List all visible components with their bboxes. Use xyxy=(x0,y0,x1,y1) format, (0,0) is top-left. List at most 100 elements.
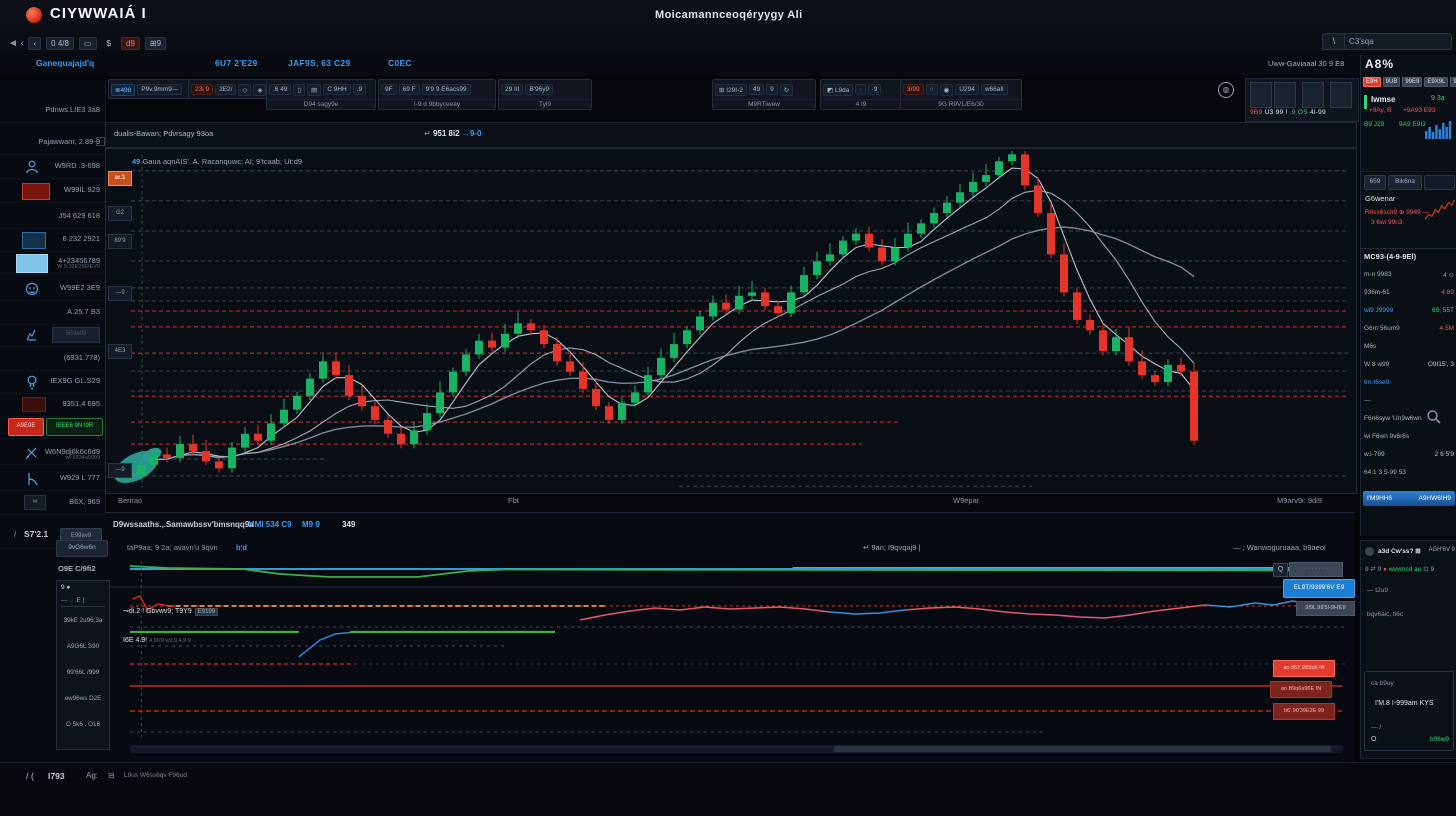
panel-button-1[interactable]: 659 xyxy=(1364,175,1386,190)
toolbar-button[interactable]: B'96y9 xyxy=(525,84,553,95)
detail-row[interactable]: m-n 99834 ⊙ xyxy=(1361,267,1456,285)
mini-list-button[interactable]: 9vG6w6n xyxy=(56,540,108,557)
detail-row[interactable]: w.i-7892 6 5'9 xyxy=(1361,447,1456,465)
nav-button[interactable]: 0 4/8 xyxy=(46,37,74,50)
sidebar-item[interactable]: ∞B6X, 969 xyxy=(0,492,105,515)
nav-button[interactable]: ⊞9 xyxy=(145,37,166,50)
toolbar-button[interactable]: C 9HH xyxy=(323,84,351,95)
chart-tool-badge[interactable]: 4E3 xyxy=(108,344,132,359)
market-tab[interactable]: 99E9 xyxy=(1402,77,1422,87)
infinity-button[interactable]: ∞ xyxy=(24,495,46,510)
sidebar-item[interactable]: W99IL 929 xyxy=(0,180,105,203)
indicator-action-button[interactable]: EL9T/9399'6V E9 xyxy=(1283,579,1355,598)
mini-list-item[interactable]: A9G6L S90 xyxy=(57,643,109,650)
toolbar-button[interactable]: ⊞ I29I-2 xyxy=(715,84,747,96)
toolbar-button[interactable]: 9F xyxy=(381,84,397,95)
toolbar-button[interactable]: ↻ xyxy=(780,84,793,96)
back-icon[interactable]: ◄ ‹ xyxy=(8,38,24,49)
sell-button[interactable]: A9E9E xyxy=(8,418,44,436)
watch-symbol-2[interactable]: B9 J29 xyxy=(1364,121,1384,128)
mini-list-item[interactable]: 99'66L /999 xyxy=(57,669,109,676)
sidebar-item[interactable]: A.25.7 B3 xyxy=(0,302,105,325)
checkbox[interactable] xyxy=(96,137,105,146)
mini-list-item[interactable]: ew96ws D2E xyxy=(57,695,109,702)
sidebar-item[interactable]: Pajawwanr, 2.89-9 xyxy=(0,132,105,155)
help-badge-icon[interactable]: ◍ xyxy=(1218,82,1234,98)
pipe-icon[interactable] xyxy=(24,471,40,487)
toolbar-button[interactable]: ◩ L9da xyxy=(823,84,853,96)
redbox-icon[interactable] xyxy=(22,183,50,200)
sidebar-item[interactable]: A9E9EIEEE6 9N I9R xyxy=(0,416,105,439)
toolbar-button[interactable]: ·9 xyxy=(868,84,882,95)
face-icon[interactable] xyxy=(24,281,40,297)
search-input[interactable] xyxy=(1344,33,1452,50)
toolbar-button[interactable]: 3/99 xyxy=(903,84,924,95)
price-level-badge[interactable]: an B9q6a96E IN xyxy=(1270,681,1332,698)
nav-button[interactable]: d9 xyxy=(121,37,140,50)
toolbar-button[interactable]: ◉ xyxy=(940,84,954,96)
misc-icons[interactable]: 9 ⇄ 9 xyxy=(1365,566,1381,573)
chart-tool-badge[interactable]: G2 xyxy=(108,206,132,221)
darkred-icon[interactable] xyxy=(22,397,46,412)
toolbar-button[interactable]: 2E2/ xyxy=(215,84,236,95)
bulb-icon[interactable] xyxy=(24,374,40,390)
detail-row[interactable]: wi F6wn 9v6r6s xyxy=(1361,429,1456,447)
sidebar-item[interactable]: (6931.778) xyxy=(0,348,105,371)
layout-thumbnail[interactable] xyxy=(1250,82,1272,108)
horizontal-scrollbar[interactable] xyxy=(130,745,1343,753)
toolbar-button[interactable]: 49 xyxy=(749,84,764,95)
toolbar-button[interactable]: U294 xyxy=(955,84,979,95)
toolbar-button[interactable]: ≣498 xyxy=(111,84,135,96)
toolbar-button[interactable]: w66aIl xyxy=(981,84,1008,95)
sidebar-item[interactable]: J54 629 618 xyxy=(0,206,105,229)
wave-value-box[interactable]: · · · · · · · xyxy=(1289,562,1343,577)
wave-settings-button[interactable]: Q xyxy=(1273,563,1288,577)
indicator-link[interactable]: M9 9 xyxy=(302,520,320,529)
toolbar-button[interactable]: ▤ xyxy=(307,84,321,96)
indicator-param-link[interactable]: b'd xyxy=(236,543,247,552)
chart-tool-badge[interactable]: —9 xyxy=(108,463,132,478)
indicator-link[interactable]: MMI 534 C9 xyxy=(248,520,292,529)
nav-button[interactable]: ▭ xyxy=(79,37,97,50)
sidebar-item[interactable]: 9E9a99 xyxy=(0,324,105,347)
nav-button[interactable]: ‹ xyxy=(28,37,41,50)
buy-badge[interactable]: IEEE6 9N I9R xyxy=(46,418,103,436)
sidebar-item[interactable]: 6 232 2921 xyxy=(0,229,105,252)
detail-row[interactable]: wi9 J999969, 55T xyxy=(1361,303,1456,321)
hand-icon[interactable] xyxy=(24,327,40,343)
detail-row[interactable]: W 8 w99O9I15', 3 xyxy=(1361,357,1456,375)
box-icon[interactable]: ⊡ 9 xyxy=(1423,566,1434,573)
mini-list-item[interactable]: 39kE 2u96;3a xyxy=(57,617,109,624)
sidebar-item[interactable]: 9351.4 695 xyxy=(0,394,105,417)
chart-tool-badge[interactable]: 89'9 xyxy=(108,234,132,249)
magnifier-icon[interactable] xyxy=(1426,409,1442,425)
toolbar-button[interactable]: .9 xyxy=(353,84,366,95)
sidebar-item[interactable]: IEX9G GL.S29 xyxy=(0,371,105,394)
toolbar-button[interactable]: 69 F xyxy=(399,84,420,95)
watch-symbol[interactable]: Iwmse xyxy=(1371,95,1395,104)
sidebar-dark-button[interactable]: 9E9a99 xyxy=(52,327,100,343)
price-level-badge[interactable]: b6' 90'39E2E 99 xyxy=(1273,703,1335,720)
market-tab[interactable]: 9E9 xyxy=(1450,77,1456,87)
market-tab[interactable]: E9H xyxy=(1363,77,1381,87)
candlestick-chart[interactable] xyxy=(106,149,1356,493)
sidebar-item[interactable]: 4+23456789W 9.32E29EIEV9 xyxy=(0,251,105,274)
sidebar-item[interactable]: W9RD .3-698 xyxy=(0,156,105,179)
tools-icon[interactable] xyxy=(24,445,40,461)
layout-toggle-button[interactable]: \ xyxy=(1322,33,1346,50)
account-label[interactable]: Ganequajajd'q xyxy=(36,58,94,68)
layout-thumbnail[interactable] xyxy=(1274,82,1296,108)
toolbar-button[interactable]: ◈ xyxy=(253,84,266,96)
toolbar-button[interactable]: ▯ xyxy=(293,84,305,96)
sidebar-item[interactable]: Pdnws.LIE3 3a8 xyxy=(0,100,105,123)
panel-footer-bar[interactable]: I'M9HH6 A9HW6!H9 xyxy=(1363,491,1455,506)
price-level-badge[interactable]: an 567.9B9q6 IN xyxy=(1273,660,1335,677)
person-icon[interactable] xyxy=(24,159,40,175)
chart-tool-badge[interactable]: ar.1 xyxy=(108,171,132,186)
sidebar-item[interactable]: W6N9dj6k6c6d9wi-9334a9999 xyxy=(0,442,105,465)
toolbar-button[interactable]: 9 xyxy=(766,84,778,95)
indicator-chart[interactable] xyxy=(105,557,1355,747)
detail-row[interactable]: 64.1 3 5-99 53 xyxy=(1361,465,1456,483)
bluepanel-icon[interactable] xyxy=(16,254,48,273)
scrollbar-thumb[interactable] xyxy=(834,746,1331,752)
